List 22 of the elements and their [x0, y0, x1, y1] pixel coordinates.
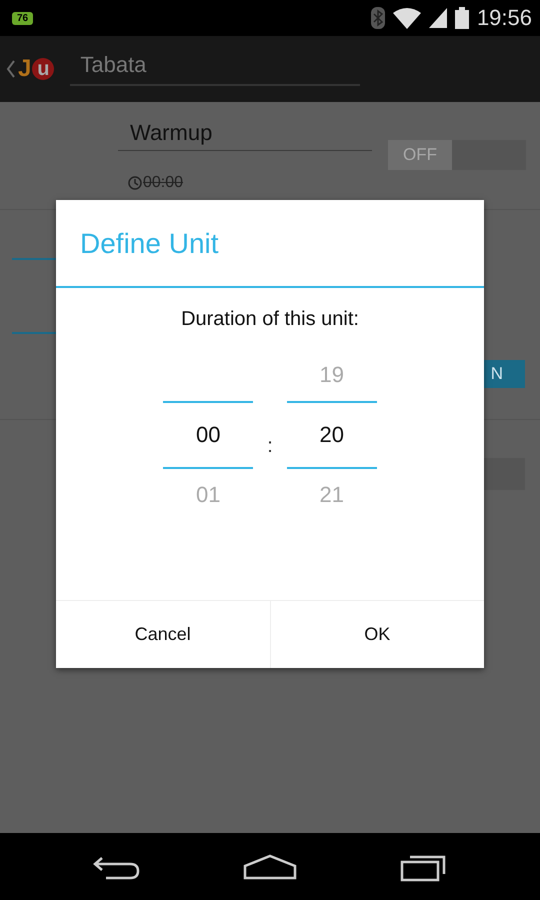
dialog-message: Duration of this unit: [180, 308, 360, 331]
selected-picker-value[interactable]: 20 [320, 422, 344, 448]
picker-value[interactable]: 21 [320, 482, 344, 508]
wifi-icon [392, 7, 421, 29]
time-separator: : [267, 435, 273, 458]
notification-badge: 76 [12, 12, 34, 24]
bluetooth-icon [370, 7, 385, 29]
clock-icon [128, 176, 142, 190]
clock-time: 19:56 [476, 5, 532, 31]
picker-value[interactable]: 19 [320, 362, 344, 388]
home-icon[interactable] [242, 854, 297, 880]
duration-text: 00:00 [143, 174, 184, 192]
app-logo[interactable]: J u [18, 55, 54, 83]
back-caret-icon[interactable] [6, 59, 16, 79]
battery-icon [454, 7, 469, 29]
dialog-button[interactable]: OK [270, 601, 484, 668]
selected-picker-value[interactable]: 00 [196, 422, 220, 448]
title-field[interactable]: Tabata [70, 52, 360, 86]
picker-value[interactable]: 01 [196, 482, 220, 508]
dialog-title: Define Unit [56, 200, 484, 288]
signal-icon [428, 8, 447, 28]
dialog-button[interactable]: Cancel [56, 601, 270, 668]
